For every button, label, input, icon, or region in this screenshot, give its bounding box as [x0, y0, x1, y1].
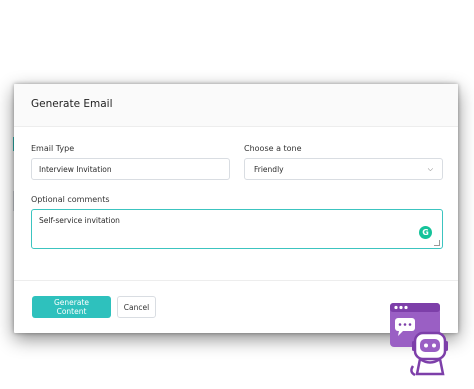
- comments-textarea[interactable]: Self-service invitation G: [31, 209, 443, 249]
- cancel-button[interactable]: Cancel: [117, 296, 156, 318]
- tone-select[interactable]: Friendly ⌵: [244, 158, 443, 180]
- comments-value: Self-service invitation: [39, 216, 120, 225]
- chat-bot-icon: [390, 303, 448, 377]
- modal-header: Generate Email: [14, 84, 458, 127]
- chevron-down-icon: ⌵: [427, 164, 433, 173]
- email-type-label: Email Type: [31, 144, 75, 153]
- email-type-input[interactable]: Interview Invitation: [31, 158, 230, 180]
- grammarly-icon[interactable]: G: [419, 226, 432, 239]
- chat-bot-widget[interactable]: [385, 300, 455, 378]
- generate-email-modal: Generate Email Email Type Interview Invi…: [14, 84, 458, 333]
- footer-divider: [14, 280, 458, 281]
- email-type-value: Interview Invitation: [39, 164, 112, 174]
- tone-label: Choose a tone: [244, 144, 302, 153]
- generate-content-button[interactable]: Generate Content: [32, 296, 111, 318]
- tone-selected-value: Friendly: [254, 164, 284, 174]
- page: Generate Email Email Type Interview Invi…: [0, 0, 474, 389]
- modal-title: Generate Email: [31, 98, 113, 110]
- resize-handle-icon[interactable]: [434, 240, 440, 246]
- comments-label: Optional comments: [31, 195, 110, 204]
